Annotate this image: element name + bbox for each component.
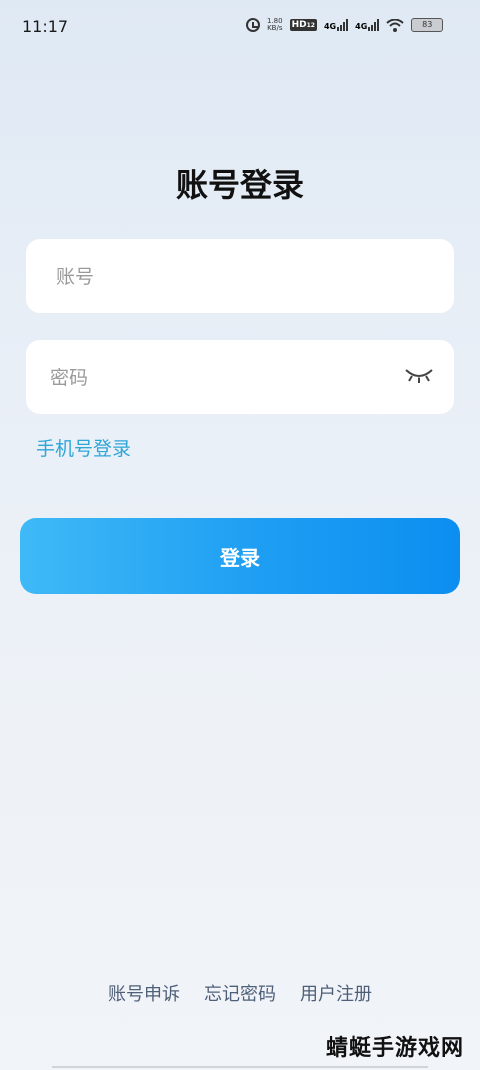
hd-label: HD xyxy=(291,20,307,30)
network-type-1: 4G xyxy=(323,22,337,31)
account-input[interactable] xyxy=(54,239,418,315)
hd-voice-icon: HD12 xyxy=(289,19,317,31)
status-time: 11:17 xyxy=(22,17,69,36)
wifi-icon xyxy=(386,18,404,32)
login-button[interactable]: 登录 xyxy=(20,518,460,594)
cell-signal-1-icon: 4G xyxy=(323,19,349,31)
password-field-container xyxy=(26,340,454,416)
battery-icon: 83 xyxy=(411,18,444,32)
network-type-2: 4G xyxy=(355,22,368,31)
account-field-container xyxy=(26,239,454,315)
watermark: 蜻蜓手游戏网 xyxy=(325,1036,464,1061)
status-bar: 11:17 1.80 KB/s HD12 4G 4G 83 xyxy=(0,0,480,54)
net-speed: 1.80 KB/s xyxy=(267,18,283,32)
register-link[interactable]: 用户注册 xyxy=(300,980,372,1006)
gesture-bar xyxy=(52,1066,428,1068)
page-title: 账号登录 xyxy=(175,166,304,204)
eye-closed-icon[interactable] xyxy=(404,362,434,388)
phone-login-link[interactable]: 手机号登录 xyxy=(36,434,131,461)
hd-sub-2: 2 xyxy=(310,22,315,29)
password-input[interactable] xyxy=(48,340,412,416)
battery-level: 83 xyxy=(422,20,433,29)
forgot-password-link[interactable]: 忘记密码 xyxy=(204,980,276,1006)
account-appeal-link[interactable]: 账号申诉 xyxy=(108,980,180,1006)
status-icons: 1.80 KB/s HD12 4G 4G 83 xyxy=(246,18,444,32)
alarm-icon xyxy=(246,18,260,32)
cell-signal-2-icon: 4G xyxy=(355,19,380,31)
footer-links: 账号申诉 忘记密码 用户注册 xyxy=(0,980,480,1006)
net-speed-unit: KB/s xyxy=(267,24,283,32)
